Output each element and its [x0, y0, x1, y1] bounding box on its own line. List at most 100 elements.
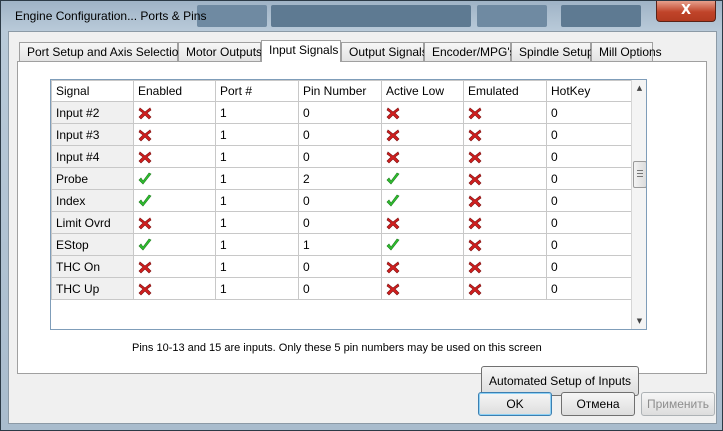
- pin-number-cell[interactable]: 0: [298, 189, 382, 212]
- table-row[interactable]: Probe 1 2 0: [51, 167, 632, 190]
- emulated-cell[interactable]: [463, 167, 547, 190]
- enabled-cell[interactable]: [133, 123, 216, 146]
- signal-name-cell[interactable]: Input #3: [51, 123, 134, 146]
- signal-name-cell[interactable]: THC On: [51, 255, 134, 278]
- tab-mill-options[interactable]: Mill Options: [591, 42, 662, 61]
- pin-number-cell[interactable]: 0: [298, 123, 382, 146]
- hotkey-cell[interactable]: 0: [546, 189, 632, 212]
- emulated-cell[interactable]: [463, 101, 547, 124]
- enabled-cell[interactable]: [133, 233, 216, 256]
- hotkey-cell[interactable]: 0: [546, 277, 632, 300]
- active-low-cell[interactable]: [381, 101, 464, 124]
- green-check-icon: [138, 238, 152, 251]
- enabled-cell[interactable]: [133, 145, 216, 168]
- emulated-cell[interactable]: [463, 145, 547, 168]
- col-header-port[interactable]: Port #: [215, 80, 299, 102]
- pin-number-cell[interactable]: 0: [298, 255, 382, 278]
- col-header-hotkey[interactable]: HotKey: [546, 80, 632, 102]
- col-header-pin-number[interactable]: Pin Number: [298, 80, 382, 102]
- port-cell[interactable]: 1: [215, 101, 299, 124]
- enabled-cell[interactable]: [133, 211, 216, 234]
- tab-output-signals[interactable]: Output Signals: [341, 42, 428, 61]
- ok-button[interactable]: OK: [478, 392, 552, 416]
- hotkey-cell[interactable]: 0: [546, 145, 632, 168]
- port-cell[interactable]: 1: [215, 145, 299, 168]
- cancel-button[interactable]: Отмена: [561, 392, 635, 416]
- scroll-up-icon[interactable]: ▲: [632, 80, 646, 96]
- vertical-scrollbar[interactable]: ▲ ▼: [631, 80, 646, 329]
- signal-name-cell[interactable]: Input #4: [51, 145, 134, 168]
- col-header-active-low[interactable]: Active Low: [381, 80, 464, 102]
- port-cell[interactable]: 1: [215, 189, 299, 212]
- tab-spindle-setup[interactable]: Spindle Setup: [511, 42, 594, 61]
- active-low-cell[interactable]: [381, 211, 464, 234]
- enabled-cell[interactable]: [133, 277, 216, 300]
- tab-port-setup[interactable]: Port Setup and Axis Selection: [19, 42, 185, 61]
- red-x-icon: [468, 217, 482, 230]
- emulated-cell[interactable]: [463, 277, 547, 300]
- apply-button[interactable]: Применить: [641, 392, 715, 416]
- emulated-cell[interactable]: [463, 255, 547, 278]
- signal-name-cell[interactable]: Limit Ovrd: [51, 211, 134, 234]
- enabled-cell[interactable]: [133, 101, 216, 124]
- emulated-cell[interactable]: [463, 233, 547, 256]
- tab-motor-outputs[interactable]: Motor Outputs: [178, 42, 262, 61]
- active-low-cell[interactable]: [381, 277, 464, 300]
- scrollbar-thumb[interactable]: [633, 161, 646, 188]
- col-header-emulated[interactable]: Emulated: [463, 80, 547, 102]
- active-low-cell[interactable]: [381, 167, 464, 190]
- signal-name-cell[interactable]: EStop: [51, 233, 134, 256]
- hotkey-cell[interactable]: 0: [546, 167, 632, 190]
- table-row[interactable]: Input #4 1 0 0: [51, 145, 632, 168]
- active-low-cell[interactable]: [381, 189, 464, 212]
- active-low-cell[interactable]: [381, 145, 464, 168]
- pin-number-cell[interactable]: 0: [298, 277, 382, 300]
- table-row[interactable]: THC On 1 0 0: [51, 255, 632, 278]
- title-bar[interactable]: Engine Configuration... Ports & Pins X: [1, 1, 722, 29]
- port-cell[interactable]: 1: [215, 211, 299, 234]
- port-cell[interactable]: 1: [215, 123, 299, 146]
- hotkey-cell[interactable]: 0: [546, 211, 632, 234]
- signal-name-cell[interactable]: Input #2: [51, 101, 134, 124]
- pin-number-cell[interactable]: 0: [298, 101, 382, 124]
- signal-name-cell[interactable]: THC Up: [51, 277, 134, 300]
- enabled-cell[interactable]: [133, 255, 216, 278]
- scroll-down-icon[interactable]: ▼: [632, 313, 646, 329]
- col-header-signal[interactable]: Signal: [51, 80, 134, 102]
- red-x-icon: [386, 217, 400, 230]
- green-check-icon: [138, 194, 152, 207]
- hotkey-cell[interactable]: 0: [546, 255, 632, 278]
- pin-number-cell[interactable]: 1: [298, 233, 382, 256]
- pin-number-cell[interactable]: 0: [298, 211, 382, 234]
- table-row[interactable]: EStop 1 1 0: [51, 233, 632, 256]
- close-button[interactable]: X: [656, 1, 716, 22]
- emulated-cell[interactable]: [463, 123, 547, 146]
- active-low-cell[interactable]: [381, 123, 464, 146]
- table-row[interactable]: Limit Ovrd 1 0 0: [51, 211, 632, 234]
- tab-encoder-mpg[interactable]: Encoder/MPG's: [424, 42, 516, 61]
- port-cell[interactable]: 1: [215, 233, 299, 256]
- port-cell[interactable]: 1: [215, 277, 299, 300]
- table-row[interactable]: Index 1 0 0: [51, 189, 632, 212]
- active-low-cell[interactable]: [381, 255, 464, 278]
- signal-name-cell[interactable]: Probe: [51, 167, 134, 190]
- enabled-cell[interactable]: [133, 167, 216, 190]
- active-low-cell[interactable]: [381, 233, 464, 256]
- enabled-cell[interactable]: [133, 189, 216, 212]
- pin-number-cell[interactable]: 2: [298, 167, 382, 190]
- table-row[interactable]: Input #2 1 0 0: [51, 101, 632, 124]
- hotkey-cell[interactable]: 0: [546, 233, 632, 256]
- table-row[interactable]: Input #3 1 0 0: [51, 123, 632, 146]
- red-x-icon: [386, 261, 400, 274]
- hotkey-cell[interactable]: 0: [546, 123, 632, 146]
- pin-number-cell[interactable]: 0: [298, 145, 382, 168]
- emulated-cell[interactable]: [463, 211, 547, 234]
- signal-name-cell[interactable]: Index: [51, 189, 134, 212]
- hotkey-cell[interactable]: 0: [546, 101, 632, 124]
- tab-input-signals[interactable]: Input Signals: [261, 40, 341, 62]
- port-cell[interactable]: 1: [215, 255, 299, 278]
- col-header-enabled[interactable]: Enabled: [133, 80, 216, 102]
- port-cell[interactable]: 1: [215, 167, 299, 190]
- emulated-cell[interactable]: [463, 189, 547, 212]
- table-row[interactable]: THC Up 1 0 0: [51, 277, 632, 300]
